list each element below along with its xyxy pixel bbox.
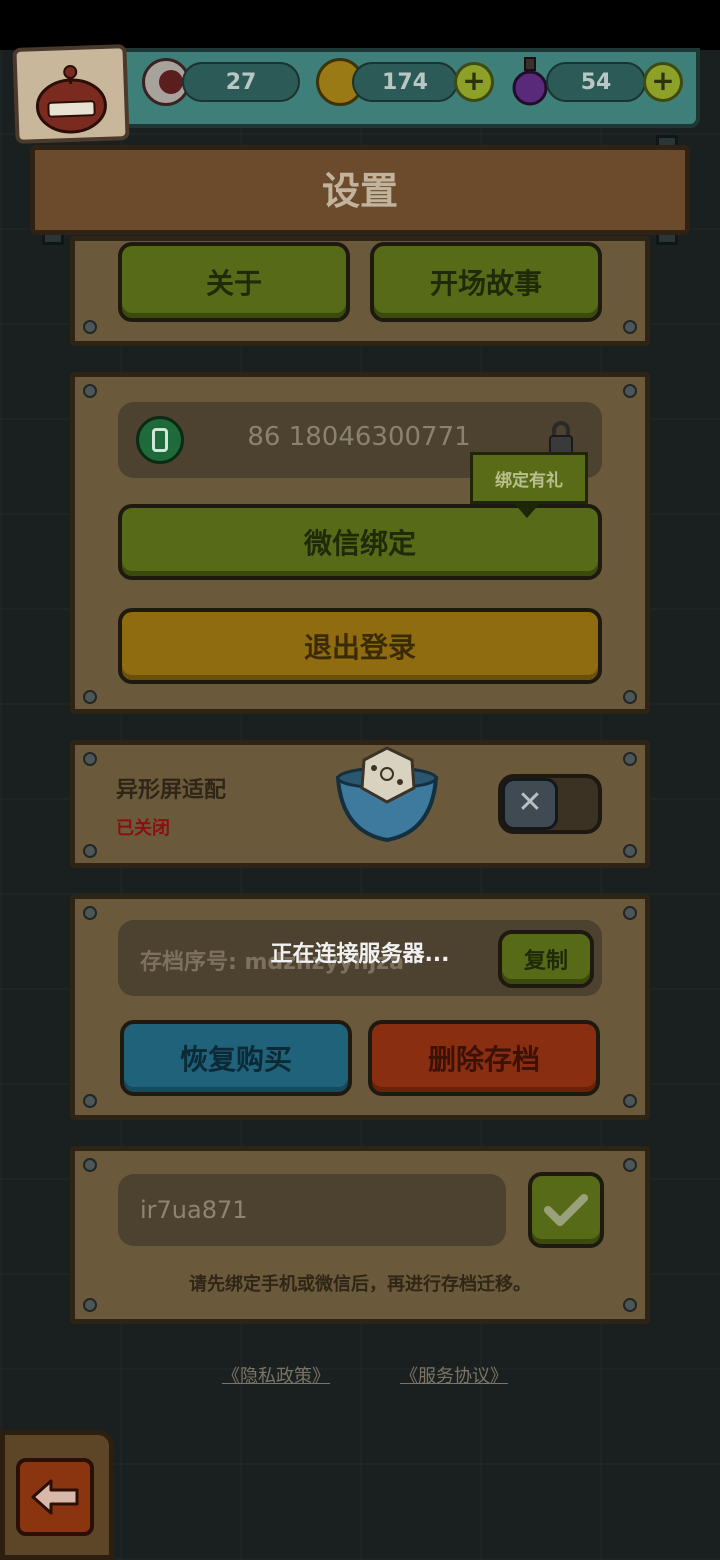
rivet xyxy=(623,752,637,766)
about-button[interactable]: 关于 xyxy=(118,242,350,322)
logout-button[interactable]: 退出登录 xyxy=(118,608,602,684)
check-icon xyxy=(544,1194,588,1226)
delete-save-button[interactable]: 删除存档 xyxy=(368,1020,600,1096)
x-icon: ✕ xyxy=(502,778,558,830)
add-coins-button[interactable]: + xyxy=(454,62,494,102)
rivet xyxy=(83,844,97,858)
phone-icon xyxy=(136,416,184,464)
loading-message: 正在连接服务器... xyxy=(270,942,450,967)
bind-reward-tooltip: 绑定有礼 xyxy=(470,452,588,504)
migration-code-input[interactable]: ir7ua871 xyxy=(118,1174,506,1246)
add-potions-button[interactable]: + xyxy=(643,62,683,102)
back-button[interactable] xyxy=(16,1458,94,1536)
privacy-policy-link[interactable]: 《隐私政策》 xyxy=(222,1362,330,1388)
potions-count: 54 xyxy=(546,62,646,102)
service-agreement-link[interactable]: 《服务协议》 xyxy=(400,1362,508,1388)
rivet xyxy=(83,752,97,766)
rivet xyxy=(83,1158,97,1172)
rivet xyxy=(83,384,97,398)
lock-icon xyxy=(546,420,576,456)
back-arrow-icon xyxy=(31,1479,79,1515)
coins-count: 174 xyxy=(352,62,458,102)
status-bar xyxy=(0,0,720,50)
notch-adapt-status: 已关闭 xyxy=(116,818,170,839)
rivet xyxy=(623,1094,637,1108)
opening-story-button[interactable]: 开场故事 xyxy=(370,242,602,322)
dice-bowl-icon xyxy=(332,744,442,844)
rivet xyxy=(623,690,637,704)
migration-code-value: ir7ua871 xyxy=(140,1196,248,1224)
monster-avatar-icon xyxy=(35,65,107,134)
rivet xyxy=(83,1298,97,1312)
migration-hint: 请先绑定手机或微信后，再进行存档迁移。 xyxy=(189,1274,531,1295)
rivet xyxy=(623,844,637,858)
rivet xyxy=(83,320,97,334)
page-title: 设置 xyxy=(321,169,398,213)
rivet xyxy=(623,906,637,920)
notch-adapt-label: 异形屏适配 xyxy=(116,778,227,803)
notch-adapt-toggle[interactable]: ✕ xyxy=(498,774,602,834)
phone-number: 86 18046300771 xyxy=(247,422,471,452)
rivet xyxy=(83,906,97,920)
avatar[interactable] xyxy=(12,44,130,144)
tooltip-tail xyxy=(513,502,541,518)
eyes-count: 27 xyxy=(182,62,300,102)
rivet xyxy=(623,384,637,398)
confirm-migration-button[interactable] xyxy=(528,1172,604,1248)
rivet xyxy=(83,690,97,704)
rivet xyxy=(623,320,637,334)
rivet xyxy=(623,1158,637,1172)
restore-purchase-button[interactable]: 恢复购买 xyxy=(120,1020,352,1096)
rivet xyxy=(623,1298,637,1312)
rivet xyxy=(83,1094,97,1108)
